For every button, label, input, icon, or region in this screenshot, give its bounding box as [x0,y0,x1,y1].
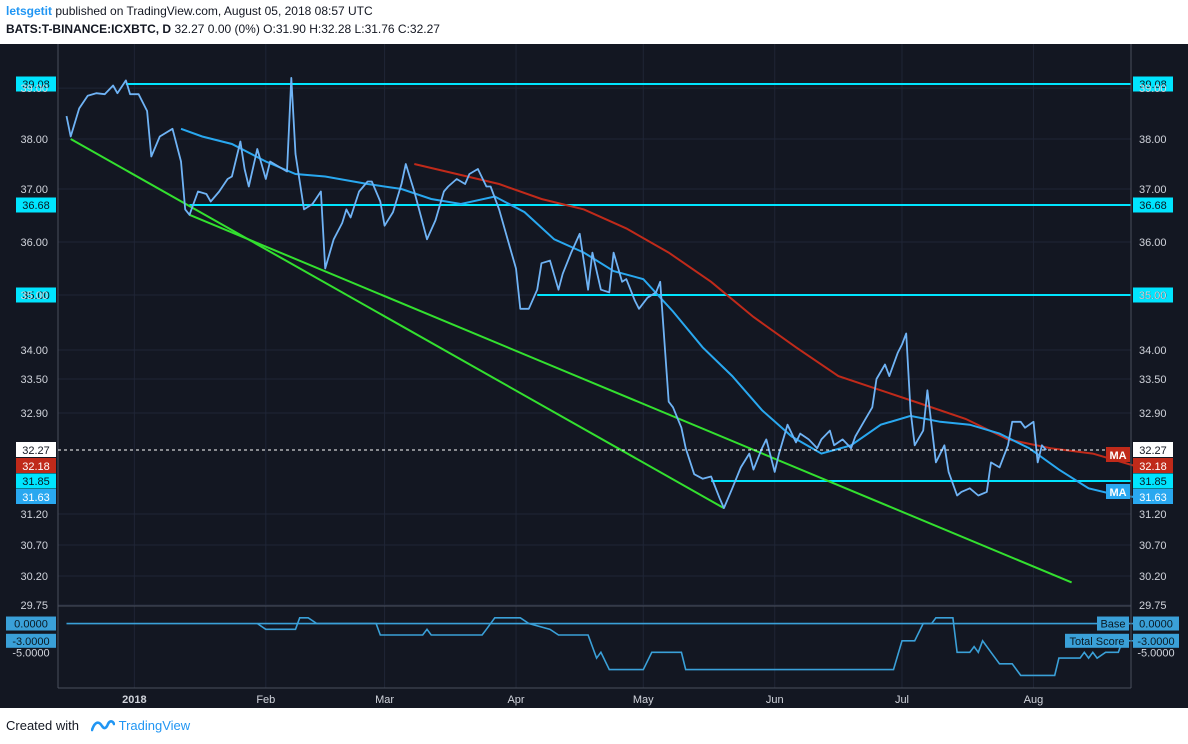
x-tick-label: Jul [895,694,909,706]
indicator-label-right: -3.0000 [1137,636,1174,648]
y-tick-label-left: 36.00 [20,237,48,249]
tradingview-logo-icon [90,718,115,735]
x-tick-label: Mar [375,694,394,706]
y-tick-label-right: 35.00 [1139,290,1167,302]
y-tick-label-right: 31.20 [1139,509,1167,521]
indicator-label-right: -5.0000 [1137,647,1174,659]
y-tick-label-left: 31.20 [20,509,48,521]
y-tick-label-left: 35.00 [20,290,48,302]
y-tick-label-left: 37.00 [20,184,48,196]
x-tick-label: Feb [256,694,275,706]
y-tick-label-right: 36.00 [1139,237,1167,249]
chart-background [0,44,1188,708]
x-tick-label: 2018 [122,694,146,706]
y-tick-label-left: 33.50 [20,374,48,386]
level-label-right: 31.85 [1139,476,1167,488]
y-tick-label-left: 30.20 [20,571,48,583]
y-tick-label-right: 30.70 [1139,540,1167,552]
author-link[interactable]: letsgetit [6,4,52,18]
y-tick-label-right: 29.75 [1139,600,1167,612]
level-label-left: 31.85 [22,476,50,488]
created-with-text: Created with [6,718,79,733]
ma-tag-text: MA [1109,487,1126,499]
ma-tag-text: MA [1109,450,1126,462]
x-tick-label: Aug [1024,694,1044,706]
y-tick-label-right: 34.00 [1139,345,1167,357]
x-tick-label: Jun [766,694,784,706]
x-tick-label: May [633,694,654,706]
indicator-legend-label: Base [1100,619,1125,631]
y-tick-label-right: 33.50 [1139,374,1167,386]
y-tick-label-right: 37.00 [1139,184,1167,196]
y-tick-label-right: 39.00 [1139,83,1167,95]
symbol-name: BATS:T-BINANCE:ICXBTC, D [6,22,172,36]
indicator-label-left: 0.0000 [14,619,48,631]
publish-line: letsgetit published on TradingView.com, … [6,4,373,18]
level-label-right: 36.68 [1139,200,1167,212]
x-tick-label: Apr [507,694,524,706]
indicator-label-left: -5.0000 [12,647,49,659]
y-tick-label-left: 38.00 [20,134,48,146]
ma-value-label-right: 31.63 [1139,492,1167,504]
last-price-label-right: 32.27 [1139,445,1167,457]
footer: Created with TradingView [6,718,190,735]
last-price-label-left: 32.27 [22,445,50,457]
y-tick-label-left: 29.75 [20,600,48,612]
symbol-line: BATS:T-BINANCE:ICXBTC, D 32.27 0.00 (0%)… [6,22,440,36]
quote-values: 32.27 0.00 (0%) O:31.90 H:32.28 L:31.76 … [171,22,440,36]
y-tick-label-right: 30.20 [1139,571,1167,583]
ma-value-label-left: 31.63 [22,492,50,504]
y-tick-label-left: 39.00 [20,83,48,95]
level-label-left: 36.68 [22,200,50,212]
ma-value-label-right: 32.18 [1139,461,1167,473]
y-tick-label-left: 34.00 [20,345,48,357]
tradingview-brand[interactable]: TradingView [119,718,191,733]
y-tick-label-right: 32.90 [1139,408,1167,420]
indicator-label-left: -3.0000 [12,636,49,648]
indicator-label-right: 0.0000 [1139,619,1173,631]
publish-info: published on TradingView.com, August 05,… [52,4,373,18]
y-tick-label-right: 38.00 [1139,134,1167,146]
y-tick-label-left: 32.90 [20,408,48,420]
y-tick-label-left: 30.70 [20,540,48,552]
ma-value-label-left: 32.18 [22,461,50,473]
indicator-legend-label: Total Score [1069,636,1124,648]
price-chart[interactable]: 39.08 39.0836.68 36.6835.00 35.0031.85 31.85… [0,44,1188,708]
